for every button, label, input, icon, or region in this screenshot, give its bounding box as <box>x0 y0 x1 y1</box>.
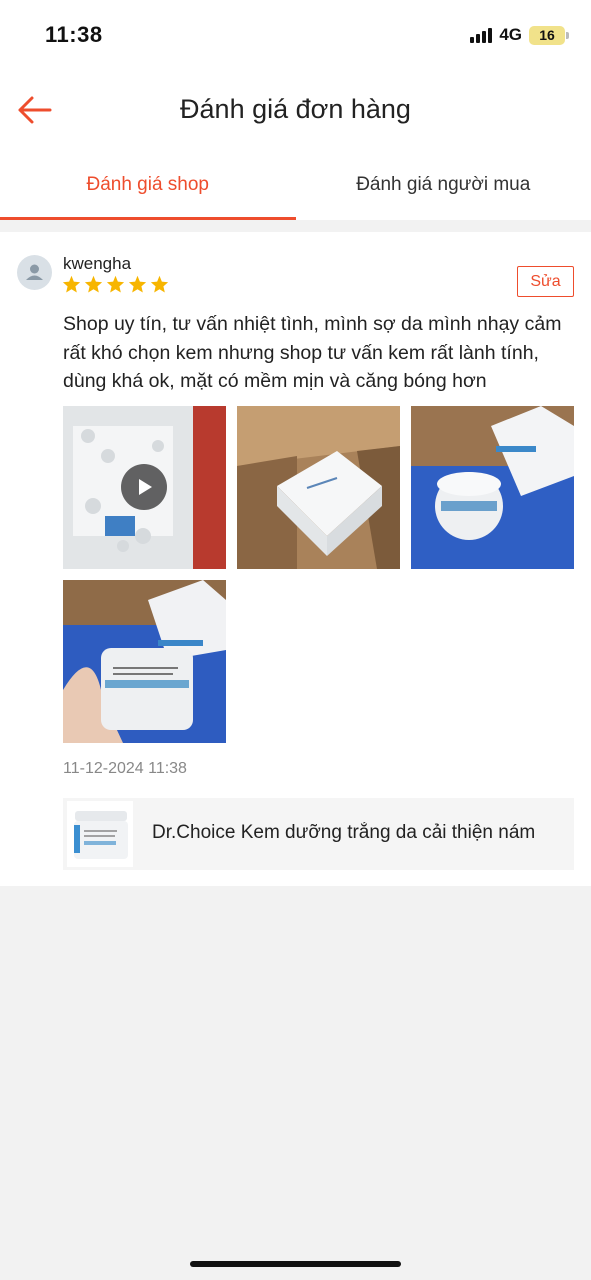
battery-level: 16 <box>539 27 555 43</box>
tab-bar: Đánh giá shop Đánh giá người mua <box>0 150 591 220</box>
status-time: 11:38 <box>45 22 103 47</box>
review-video-thumbnail[interactable] <box>63 406 226 569</box>
star-rating <box>62 275 169 293</box>
review-date: 11-12-2024 11:38 <box>63 760 187 777</box>
cardboard-box-image <box>237 406 400 569</box>
review-image[interactable] <box>237 406 400 569</box>
cream-jar-image <box>67 801 133 867</box>
star-icon <box>128 275 147 293</box>
tab-label: Đánh giá người mua <box>356 174 531 195</box>
signal-icon <box>470 27 493 43</box>
hand-holding-jar-image <box>63 580 226 743</box>
star-icon <box>150 275 169 293</box>
username: kwengha <box>63 254 132 273</box>
star-icon <box>84 275 103 293</box>
edit-review-button[interactable]: Sửa <box>517 266 574 297</box>
product-card[interactable]: Dr.Choice Kem dưỡng trắng da cải thiện n… <box>63 798 574 870</box>
tab-label: Đánh giá shop <box>86 174 210 195</box>
play-button[interactable] <box>121 464 167 510</box>
avatar[interactable] <box>17 255 52 290</box>
battery-icon: 16 <box>529 25 569 45</box>
tab-buyer-review[interactable]: Đánh giá người mua <box>296 150 591 220</box>
cream-jar-towel-image <box>411 406 574 569</box>
header: Đánh giá đơn hàng <box>0 70 591 150</box>
star-icon <box>62 275 81 293</box>
star-icon <box>106 275 125 293</box>
home-indicator <box>190 1261 401 1267</box>
product-name: Dr.Choice Kem dưỡng trắng da cải thiện n… <box>152 822 536 843</box>
status-bar: 11:38 4G 16 <box>0 0 591 70</box>
review-text: Shop uy tín, tư vấn nhiệt tình, mình sợ … <box>63 313 562 392</box>
page-title: Đánh giá đơn hàng <box>180 94 411 124</box>
product-thumbnail <box>67 801 133 867</box>
tab-shop-review[interactable]: Đánh giá shop <box>0 150 296 220</box>
tab-active-indicator <box>0 217 296 220</box>
network-type: 4G <box>499 25 522 44</box>
user-icon <box>26 264 43 280</box>
status-indicators: 4G 16 <box>470 25 569 45</box>
review-card: kwengha Sửa Shop uy tín, tư vấn nhiệt tì… <box>0 232 591 886</box>
review-image[interactable] <box>411 406 574 569</box>
review-image[interactable] <box>63 580 226 743</box>
play-icon <box>139 479 152 495</box>
